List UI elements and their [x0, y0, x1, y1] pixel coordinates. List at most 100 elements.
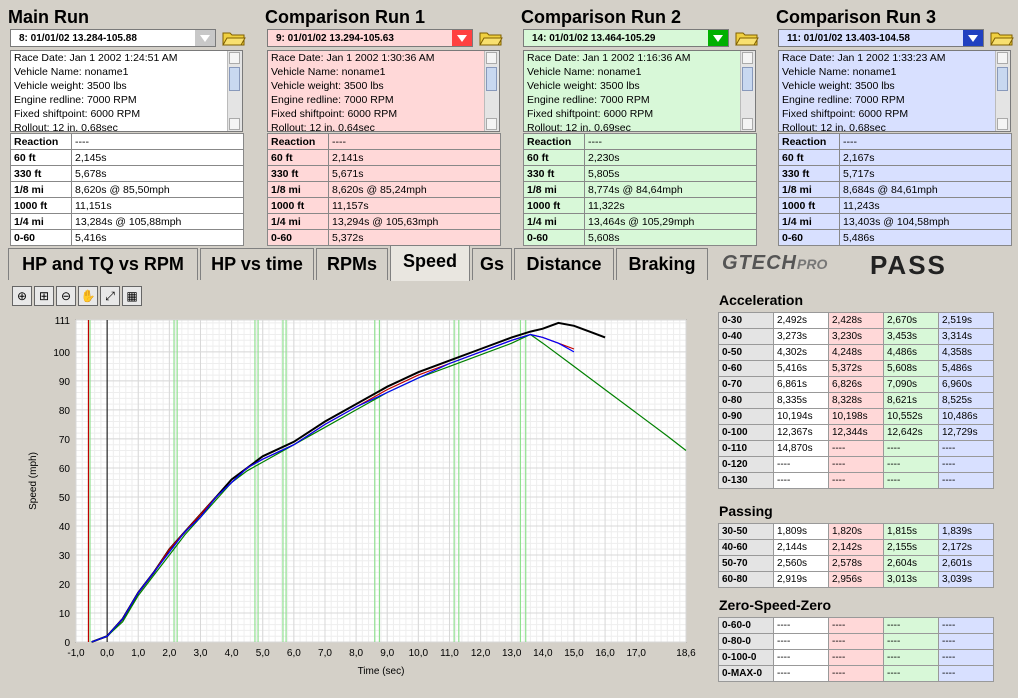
row-label: 50-70 — [718, 555, 774, 572]
open-folder-icon[interactable] — [222, 30, 246, 46]
cell-value: 8,525s — [938, 392, 994, 409]
passing-table: 30-50 1,809s 1,820s 1,815s 1,839s 40-60 2,144s… — [718, 523, 994, 588]
main-run-selector[interactable]: 8: 01/01/02 13.284-105.88 — [10, 29, 216, 47]
x-tick-label: 7,0 — [318, 648, 332, 659]
result-value: 11,243s — [839, 197, 1012, 214]
scroll-thumb[interactable] — [486, 67, 497, 91]
scroll-up-icon[interactable] — [997, 52, 1008, 64]
pan-hand-icon[interactable]: ✋ — [78, 286, 98, 306]
cell-value: 4,302s — [773, 344, 829, 361]
cell-value: 1,820s — [828, 523, 884, 540]
tab-speed[interactable]: Speed — [390, 245, 470, 281]
info-line: Fixed shiftpoint: 6000 RPM — [782, 108, 909, 120]
cell-value: 2,560s — [773, 555, 829, 572]
x-axis-label: Time (sec) — [358, 666, 405, 677]
info-scrollbar[interactable] — [995, 51, 1010, 131]
cell-value: ---- — [883, 440, 939, 457]
result-value: ---- — [584, 133, 757, 150]
comparison-run-1-info[interactable]: Race Date: Jan 1 2002 1:30:36 AM Vehicle … — [267, 50, 500, 132]
chevron-down-icon[interactable] — [963, 30, 983, 46]
comparison-run-2-info[interactable]: Race Date: Jan 1 2002 1:16:36 AM Vehicle … — [523, 50, 756, 132]
info-line: Vehicle weight: 3500 lbs — [14, 80, 127, 92]
comparison-run-2-results: Reaction ---- 60 ft 2,230s 330 ft 5,805s 1/8 m… — [523, 133, 757, 246]
cell-value: ---- — [828, 617, 884, 634]
cell-value: 7,090s — [883, 376, 939, 393]
result-label: 1/8 mi — [778, 181, 840, 198]
scroll-thumb[interactable] — [229, 67, 240, 91]
scroll-thumb[interactable] — [997, 67, 1008, 91]
row-label: 0-70 — [718, 376, 774, 393]
row-label: 0-60 — [718, 360, 774, 377]
info-scrollbar[interactable] — [740, 51, 755, 131]
comparison-run-1-selector[interactable]: 9: 01/01/02 13.294-105.63 — [267, 29, 473, 47]
chevron-down-icon[interactable] — [452, 30, 472, 46]
grid-icon[interactable]: ▦ — [122, 286, 142, 306]
zoom-in-icon[interactable]: ⊕ — [12, 286, 32, 306]
cell-value: ---- — [828, 472, 884, 489]
main-run-info[interactable]: Race Date: Jan 1 2002 1:24:51 AM Vehicle … — [10, 50, 243, 132]
x-tick-label: 15,0 — [564, 648, 584, 659]
tab-hp-tq-vs-rpm[interactable]: HP and TQ vs RPM — [8, 248, 198, 280]
cell-value: 12,729s — [938, 424, 994, 441]
cell-value: 6,826s — [828, 376, 884, 393]
tab-hp-vs-time[interactable]: HP vs time — [200, 248, 314, 280]
info-scrollbar[interactable] — [484, 51, 499, 131]
speed-chart[interactable]: -1,0 0,0 1,0 2,0 3,0 4,0 5,0 6,0 7,0 8,0 9,0 10,0 11… — [8, 308, 710, 690]
cell-value: 2,670s — [883, 312, 939, 329]
open-folder-icon[interactable] — [479, 30, 503, 46]
info-line: Rollout: 12 in, 0,68sec — [782, 122, 886, 132]
scroll-thumb[interactable] — [742, 67, 753, 91]
row-label: 0-100-0 — [718, 649, 774, 666]
y-tick-label: 20 — [59, 580, 71, 591]
scroll-down-icon[interactable] — [997, 118, 1008, 130]
cell-value: ---- — [938, 472, 994, 489]
chevron-down-icon[interactable] — [708, 30, 728, 46]
info-line: Engine redline: 7000 RPM — [782, 94, 905, 106]
fit-icon[interactable]: ⤢ — [100, 286, 120, 306]
zoom-box-icon[interactable]: ⊞ — [34, 286, 54, 306]
cell-value: 5,372s — [828, 360, 884, 377]
tab-distance[interactable]: Distance — [514, 248, 614, 280]
comparison-run-3-selector[interactable]: 11: 01/01/02 13.403-104.58 — [778, 29, 984, 47]
result-label: Reaction — [523, 133, 585, 150]
result-label: 1/4 mi — [778, 213, 840, 230]
tab-rpms[interactable]: RPMs — [316, 248, 388, 280]
result-value: ---- — [71, 133, 244, 150]
table-row: 0-80 8,335s 8,328s 8,621s 8,525s — [718, 392, 994, 409]
scroll-up-icon[interactable] — [742, 52, 753, 64]
x-tick-label: 13,0 — [502, 648, 522, 659]
scroll-down-icon[interactable] — [486, 118, 497, 130]
comparison-run-2-selector[interactable]: 14: 01/01/02 13.464-105.29 — [523, 29, 729, 47]
row-label: 60-80 — [718, 571, 774, 588]
info-line: Race Date: Jan 1 2002 1:30:36 AM — [271, 52, 435, 64]
result-value: 8,684s @ 84,61mph — [839, 181, 1012, 198]
cell-value: 2,428s — [828, 312, 884, 329]
tab-gs[interactable]: Gs — [472, 248, 512, 280]
info-scrollbar[interactable] — [227, 51, 242, 131]
open-folder-icon[interactable] — [735, 30, 759, 46]
x-tick-label: 14,0 — [533, 648, 553, 659]
comparison-run-1-results: Reaction ---- 60 ft 2,141s 330 ft 5,671s 1/8 m… — [267, 133, 501, 246]
result-value: 8,620s @ 85,24mph — [328, 181, 501, 198]
result-label: 0-60 — [523, 229, 585, 246]
scroll-up-icon[interactable] — [486, 52, 497, 64]
open-folder-icon[interactable] — [990, 30, 1014, 46]
scroll-up-icon[interactable] — [229, 52, 240, 64]
main-run-title: Main Run — [8, 7, 89, 27]
scroll-down-icon[interactable] — [742, 118, 753, 130]
tab-braking[interactable]: Braking — [616, 248, 708, 280]
comparison-run-3-info[interactable]: Race Date: Jan 1 2002 1:33:23 AM Vehicle … — [778, 50, 1011, 132]
info-line: Fixed shiftpoint: 6000 RPM — [14, 108, 141, 120]
table-row: 0-70 6,861s 6,826s 7,090s 6,960s — [718, 376, 994, 393]
cell-value: 3,453s — [883, 328, 939, 345]
chevron-down-icon[interactable] — [195, 30, 215, 46]
zoom-out-icon[interactable]: ⊖ — [56, 286, 76, 306]
result-row: 0-60 5,486s — [778, 229, 1012, 246]
result-label: 60 ft — [267, 149, 329, 166]
x-tick-label: 16,0 — [595, 648, 615, 659]
scroll-down-icon[interactable] — [229, 118, 240, 130]
row-label: 0-90 — [718, 408, 774, 425]
row-label: 0-100 — [718, 424, 774, 441]
info-line: Rollout: 12 in, 0,69sec — [527, 122, 631, 132]
result-label: 1000 ft — [523, 197, 585, 214]
